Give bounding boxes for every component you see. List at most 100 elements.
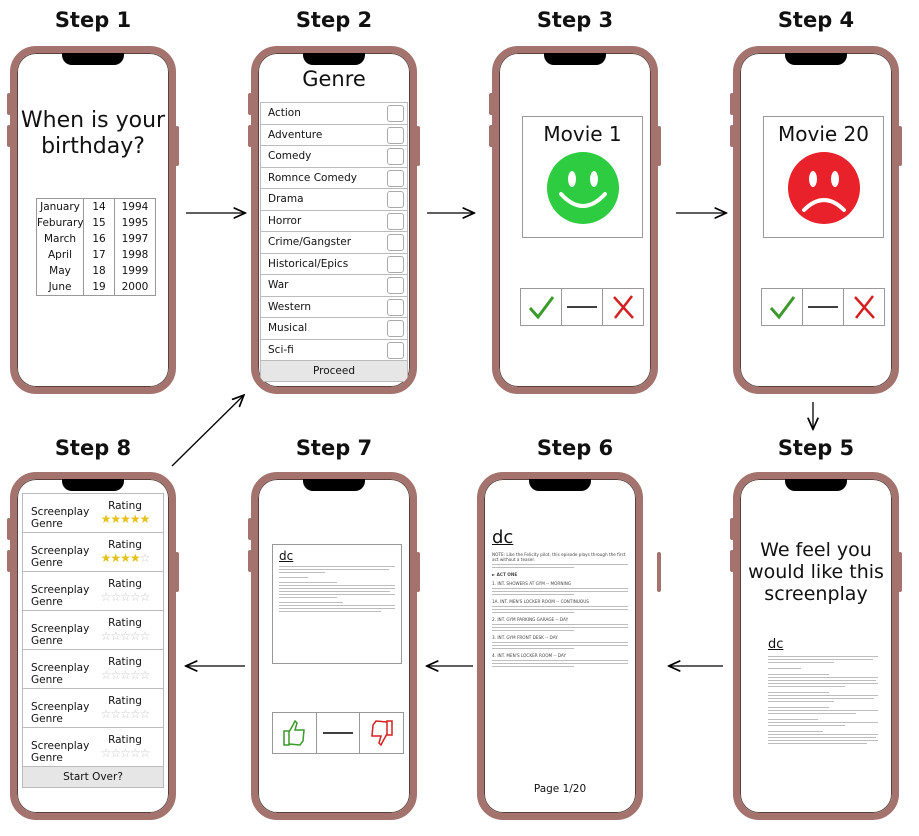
rating-widget[interactable]: Rating ☆☆☆☆☆ — [95, 578, 155, 604]
star-empty-icon[interactable]: ☆ — [110, 746, 121, 760]
star-empty-icon[interactable]: ☆ — [130, 629, 141, 643]
dislike-button[interactable] — [844, 289, 884, 325]
genre-option[interactable]: Western — [260, 295, 408, 317]
star-empty-icon[interactable]: ☆ — [120, 629, 131, 643]
star-filled-icon[interactable]: ★ — [120, 551, 131, 565]
like-button[interactable] — [521, 289, 562, 325]
rating-widget[interactable]: Rating ☆☆☆☆☆ — [95, 656, 155, 682]
birthday-year[interactable]: 1995 — [115, 215, 155, 231]
star-empty-icon[interactable]: ☆ — [130, 746, 141, 760]
thumbs-down-button[interactable] — [360, 713, 403, 753]
genre-checkbox[interactable] — [387, 277, 404, 294]
birthday-month[interactable]: June — [37, 279, 83, 295]
birthday-row[interactable]: June 19 2000 — [37, 279, 155, 295]
genre-checkbox[interactable] — [387, 212, 404, 230]
star-empty-icon[interactable]: ☆ — [120, 746, 131, 760]
star-rating[interactable]: ★★★★★ — [95, 512, 155, 526]
screenplay-thumbnail[interactable]: dc — [272, 544, 402, 664]
genre-checkbox[interactable] — [387, 234, 404, 251]
screenplay-row[interactable]: Screenplay Genre Rating ☆☆☆☆☆ — [22, 649, 164, 688]
rating-widget[interactable]: Rating ☆☆☆☆☆ — [95, 695, 155, 721]
rating-widget[interactable]: Rating ☆☆☆☆☆ — [95, 617, 155, 643]
star-empty-icon[interactable]: ☆ — [140, 629, 151, 643]
birthday-year[interactable]: 2000 — [115, 279, 155, 295]
star-rating[interactable]: ★★★★☆ — [95, 551, 155, 565]
star-empty-icon[interactable]: ☆ — [110, 590, 121, 604]
genre-option[interactable]: Musical — [260, 317, 408, 339]
genre-checkbox[interactable] — [387, 105, 404, 122]
genre-option[interactable]: War — [260, 274, 408, 296]
genre-checkbox[interactable] — [387, 148, 404, 165]
star-empty-icon[interactable]: ☆ — [101, 707, 112, 721]
star-empty-icon[interactable]: ☆ — [110, 668, 121, 682]
star-empty-icon[interactable]: ☆ — [140, 551, 151, 565]
thumbs-up-button[interactable] — [273, 713, 317, 753]
star-empty-icon[interactable]: ☆ — [101, 746, 112, 760]
star-empty-icon[interactable]: ☆ — [130, 668, 141, 682]
star-rating[interactable]: ☆☆☆☆☆ — [95, 707, 155, 721]
star-empty-icon[interactable]: ☆ — [140, 590, 151, 604]
rating-widget[interactable]: Rating ★★★★☆ — [95, 539, 155, 565]
genre-option[interactable]: Sci-fi — [260, 338, 408, 360]
birthday-row[interactable]: January 14 1994 — [37, 199, 155, 215]
star-empty-icon[interactable]: ☆ — [120, 668, 131, 682]
star-filled-icon[interactable]: ★ — [120, 512, 131, 526]
birthday-day[interactable]: 14 — [83, 199, 115, 215]
screenplay-preview[interactable]: dc — [768, 637, 878, 746]
birthday-day[interactable]: 18 — [83, 263, 115, 279]
birthday-day[interactable]: 17 — [83, 247, 115, 263]
star-filled-icon[interactable]: ★ — [101, 512, 112, 526]
screenplay-row[interactable]: Screenplay Genre Rating ☆☆☆☆☆ — [22, 727, 164, 766]
start-over-button[interactable]: Start Over? — [22, 766, 164, 788]
birthday-year[interactable]: 1994 — [115, 199, 155, 215]
genre-checkbox[interactable] — [387, 169, 404, 187]
star-empty-icon[interactable]: ☆ — [130, 707, 141, 721]
rating-widget[interactable]: Rating ★★★★★ — [95, 500, 155, 526]
star-empty-icon[interactable]: ☆ — [120, 590, 131, 604]
proceed-button[interactable]: Proceed — [260, 360, 408, 382]
genre-option[interactable]: Adventure — [260, 123, 408, 145]
star-filled-icon[interactable]: ★ — [130, 512, 141, 526]
star-filled-icon[interactable]: ★ — [101, 551, 112, 565]
birthday-month[interactable]: May — [37, 263, 83, 279]
genre-option[interactable]: Romnce Comedy — [260, 166, 408, 188]
star-empty-icon[interactable]: ☆ — [101, 629, 112, 643]
genre-checkbox[interactable] — [387, 191, 404, 208]
screenplay-row[interactable]: Screenplay Genre Rating ★★★★☆ — [22, 532, 164, 571]
birthday-year[interactable]: 1997 — [115, 231, 155, 247]
birthday-year[interactable]: 1998 — [115, 247, 155, 263]
genre-option[interactable]: Drama — [260, 188, 408, 210]
star-filled-icon[interactable]: ★ — [110, 512, 121, 526]
like-button[interactable] — [762, 289, 803, 325]
screenplay-row[interactable]: Screenplay Genre Rating ☆☆☆☆☆ — [22, 571, 164, 610]
birthday-row[interactable]: Feburary 15 1995 — [37, 215, 155, 231]
star-empty-icon[interactable]: ☆ — [140, 668, 151, 682]
birthday-day[interactable]: 19 — [83, 279, 115, 295]
star-empty-icon[interactable]: ☆ — [110, 629, 121, 643]
star-filled-icon[interactable]: ★ — [130, 551, 141, 565]
star-rating[interactable]: ☆☆☆☆☆ — [95, 668, 155, 682]
genre-option[interactable]: Historical/Epics — [260, 252, 408, 274]
birthday-year[interactable]: 1999 — [115, 263, 155, 279]
neutral-button[interactable] — [562, 289, 603, 325]
dislike-button[interactable] — [603, 289, 643, 325]
star-filled-icon[interactable]: ★ — [110, 551, 121, 565]
genre-checkbox[interactable] — [387, 298, 404, 316]
birthday-month[interactable]: March — [37, 231, 83, 247]
star-empty-icon[interactable]: ☆ — [110, 707, 121, 721]
genre-checkbox[interactable] — [387, 126, 404, 144]
neutral-button[interactable] — [803, 289, 844, 325]
star-empty-icon[interactable]: ☆ — [101, 590, 112, 604]
birthday-row[interactable]: April 17 1998 — [37, 247, 155, 263]
genre-checkbox[interactable] — [387, 320, 404, 337]
genre-option[interactable]: Action — [260, 102, 408, 124]
rating-widget[interactable]: Rating ☆☆☆☆☆ — [95, 734, 155, 760]
birthday-row[interactable]: May 18 1999 — [37, 263, 155, 279]
birthday-month[interactable]: April — [37, 247, 83, 263]
genre-option[interactable]: Crime/Gangster — [260, 231, 408, 253]
star-empty-icon[interactable]: ☆ — [120, 707, 131, 721]
neutral-button[interactable] — [317, 713, 361, 753]
star-empty-icon[interactable]: ☆ — [130, 590, 141, 604]
birthday-month[interactable]: January — [37, 199, 83, 215]
star-empty-icon[interactable]: ☆ — [140, 746, 151, 760]
